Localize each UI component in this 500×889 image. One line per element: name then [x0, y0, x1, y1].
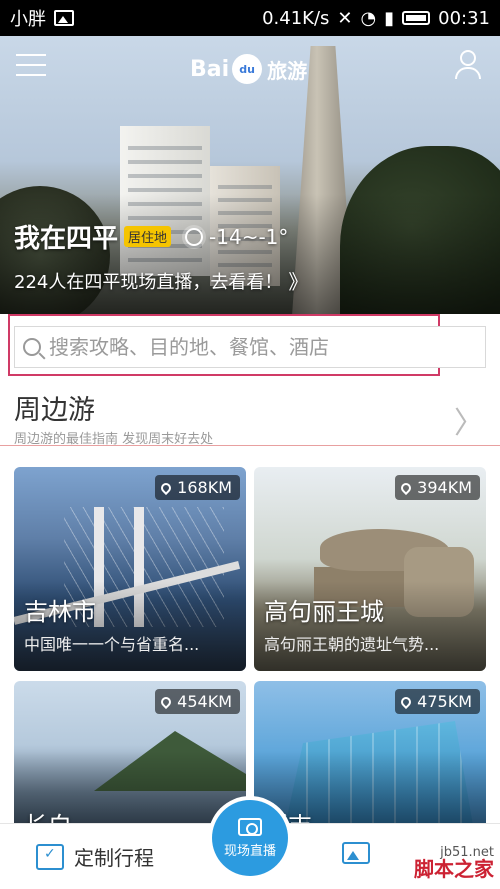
- live-prompt-text: 224人在四平现场直播，去看看！: [14, 271, 283, 293]
- live-button-label: 现场直播: [223, 843, 276, 859]
- chevron-right-icon: 》: [288, 270, 309, 294]
- custom-trip-button[interactable]: 定制行程: [36, 842, 154, 871]
- user-profile-icon[interactable]: [454, 50, 482, 80]
- status-bar: 小胖 0.41K/s ✕ ◔ ▮ 00:31: [0, 0, 500, 36]
- location-pin-icon: [399, 694, 414, 709]
- destination-card-changbai[interactable]: 454KM 长白: [14, 681, 246, 841]
- network-speed: 0.41K/s: [262, 7, 330, 29]
- paw-icon: du: [232, 54, 263, 84]
- search-icon: [23, 338, 41, 356]
- menu-icon[interactable]: [16, 54, 46, 78]
- card-description: 中国唯一一个与省重名...: [24, 635, 200, 654]
- city-name: 我在四平: [14, 224, 119, 254]
- image-notification-icon: [54, 10, 74, 26]
- search-input[interactable]: [49, 335, 469, 359]
- distance-badge: 168KM: [155, 475, 240, 500]
- chevron-right-icon: 〉: [454, 406, 484, 441]
- current-city-row[interactable]: 我在四平 居住地 -14~-1°: [14, 218, 288, 255]
- wifi-icon: ◔: [360, 7, 377, 29]
- clock: 00:31: [438, 7, 490, 29]
- location-pin-icon: [399, 480, 414, 495]
- card-title: 高句丽王城: [264, 598, 384, 626]
- live-stream-button[interactable]: 现场直播: [212, 800, 288, 876]
- live-stream-link[interactable]: 224人在四平现场直播，去看看！ 》: [14, 266, 308, 295]
- destination-card-jilin[interactable]: 168KM 吉林市 中国唯一一个与省重名...: [14, 467, 246, 671]
- section-title: 周边游: [14, 395, 95, 426]
- camera-icon: [238, 817, 262, 836]
- signal-icon: ▮: [384, 7, 395, 29]
- card-description: 高句丽王朝的遗址气势...: [264, 635, 440, 654]
- distance-badge: 454KM: [155, 689, 240, 714]
- custom-trip-label: 定制行程: [74, 846, 154, 870]
- residence-badge: 居住地: [124, 226, 172, 247]
- destination-card-yanji[interactable]: 475KM 延吉: [254, 681, 486, 841]
- temperature: -14~-1°: [209, 224, 289, 249]
- baidu-travel-logo: Bai du 旅游: [190, 52, 307, 86]
- location-pin-icon: [159, 694, 174, 709]
- destination-card-goguryeo[interactable]: 394KM 高句丽王城 高句丽王朝的遗址气势...: [254, 467, 486, 671]
- distance-badge: 394KM: [395, 475, 480, 500]
- weather: -14~-1°: [185, 225, 288, 249]
- carrier-label: 小胖: [10, 9, 46, 30]
- mute-icon: ✕: [337, 7, 353, 29]
- distance-badge: 475KM: [395, 689, 480, 714]
- nearby-travel-header[interactable]: 周边游 周边游的最佳指南 发现周末好去处 〉: [0, 380, 500, 447]
- card-title: 吉林市: [24, 598, 96, 626]
- battery-icon: [402, 11, 431, 25]
- sun-icon: [185, 227, 204, 246]
- photo-album-icon[interactable]: [342, 842, 370, 864]
- search-bar[interactable]: [14, 326, 486, 368]
- site-watermark: jb51.net 脚本之家: [414, 845, 494, 881]
- calendar-check-icon: [36, 843, 64, 870]
- section-subtitle: 周边游的最佳指南 发现周末好去处: [14, 432, 214, 447]
- location-pin-icon: [159, 480, 174, 495]
